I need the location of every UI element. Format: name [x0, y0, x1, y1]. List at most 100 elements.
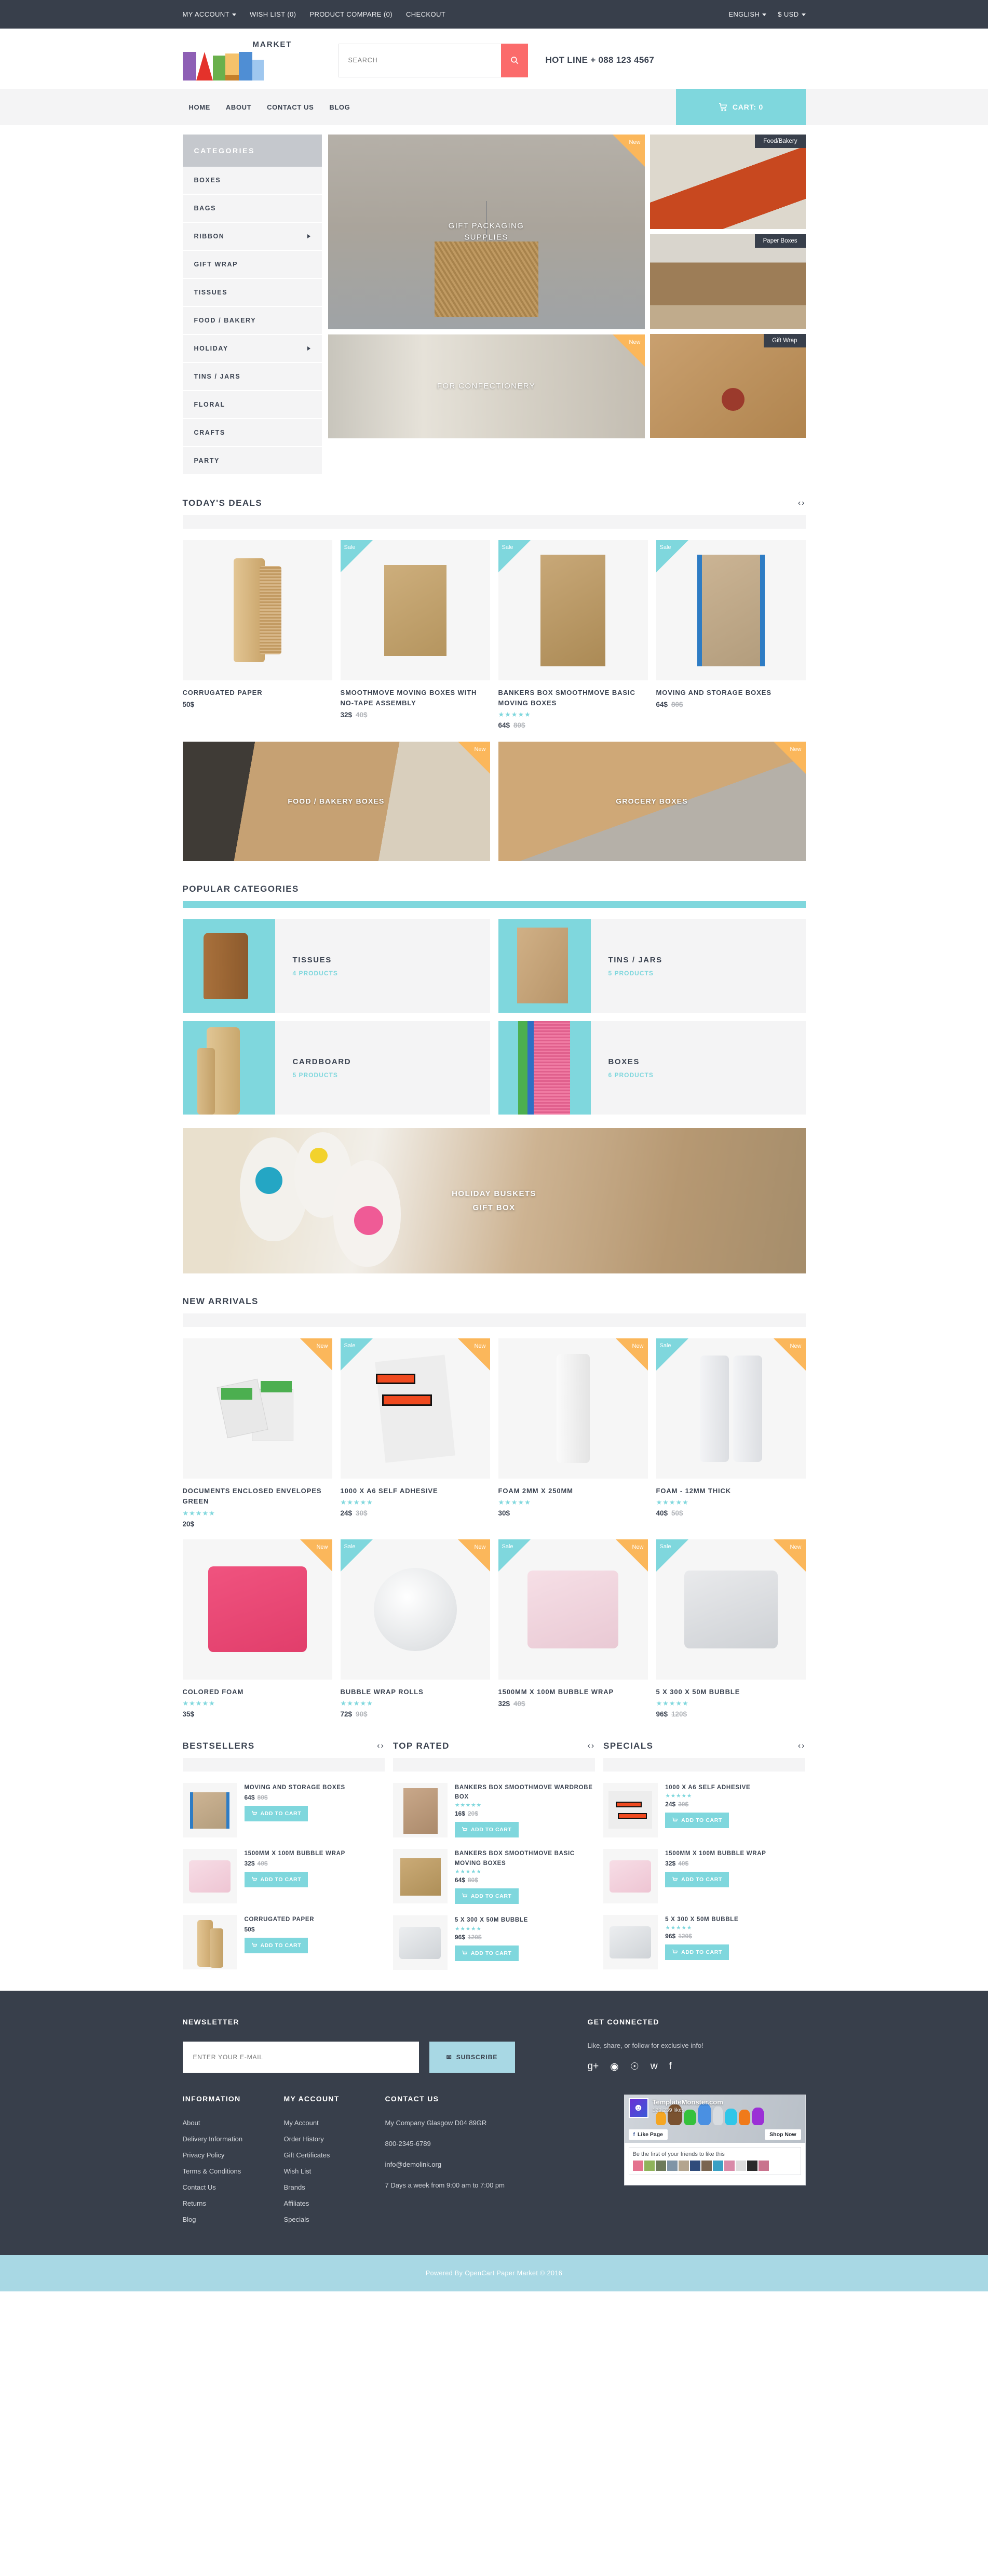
mini-product-item[interactable]: Bankers Box SmoothMove Wardrobe Box ★★★★…	[393, 1772, 595, 1838]
product-card[interactable]: Sale Bankers Box SmoothMove Basic Moving…	[498, 540, 648, 729]
mini-product-item[interactable]: 5 x 300 x 50m Bubble ★★★★★ 96$ 120$ Add t…	[603, 1903, 805, 1969]
mini-product-item[interactable]: 1500mm x 100m Bubble Wrap 32$ 40$ Add to …	[603, 1837, 805, 1903]
add-to-cart-button[interactable]: Add to Cart	[454, 1945, 519, 1961]
footer-link-privacy-policy[interactable]: Privacy Policy	[183, 2151, 225, 2159]
add-to-cart-button[interactable]: Add to Cart	[244, 1872, 308, 1888]
footer-link-order-history[interactable]: Order History	[284, 2135, 324, 2143]
sidebar-item-tissues[interactable]: Tissues	[182, 279, 322, 307]
sidebar-item-bags[interactable]: Bags	[182, 195, 322, 223]
footer-link-affiliates[interactable]: Affiliates	[284, 2199, 309, 2207]
product-card[interactable]: Corrugated Paper 50$	[182, 540, 332, 729]
mini-product-item[interactable]: Bankers Box SmoothMove Basic Moving Boxe…	[393, 1837, 595, 1904]
nav-item-contact-us[interactable]: Contact Us	[267, 103, 314, 111]
add-to-cart-button[interactable]: Add to Cart	[244, 1806, 308, 1822]
top-rated-carousel-arrows[interactable]: ‹›	[588, 1741, 595, 1751]
footer-link-gift-certificates[interactable]: Gift Certificates	[284, 2151, 330, 2159]
sidebar-item-floral[interactable]: Floral	[182, 391, 322, 419]
add-to-cart-button[interactable]: Add to Cart	[665, 1944, 729, 1961]
top-link-my-account[interactable]: My Account	[183, 10, 236, 18]
footer-link-returns[interactable]: Returns	[183, 2199, 207, 2207]
top-link-checkout[interactable]: Checkout	[406, 10, 445, 18]
sidebar-item-tins-jars[interactable]: Tins / Jars	[182, 363, 322, 391]
category-card[interactable]: Cardboard 5 Products	[182, 1021, 490, 1115]
product-card[interactable]: New Foam 2mm x 250mm ★★★★★ 30$	[498, 1338, 648, 1527]
footer-link-wish-list[interactable]: Wish List	[284, 2167, 312, 2175]
footer-link-my-account[interactable]: My Account	[284, 2119, 319, 2127]
get-connected-section: Get Connected Like, share, or follow for…	[588, 2018, 806, 2073]
hero-banner-gift-wrap[interactable]: Gift Wrap	[649, 334, 806, 438]
search-button[interactable]	[500, 43, 528, 77]
hero-banner-paper-boxes[interactable]: Paper Boxes	[649, 234, 806, 329]
top-link-product-compare[interactable]: Product Compare (0)	[309, 10, 393, 18]
specials-carousel-arrows[interactable]: ‹›	[798, 1741, 806, 1751]
facebook-shop-now-button[interactable]: Shop Now	[765, 2129, 801, 2140]
twitter-icon[interactable]: w	[651, 2061, 658, 2073]
rss-icon[interactable]: ◉	[610, 2061, 619, 2073]
currency-selector[interactable]: $ USD	[778, 10, 806, 18]
add-to-cart-button[interactable]: Add to Cart	[454, 1888, 519, 1904]
add-to-cart-label: Add to Cart	[470, 1827, 512, 1833]
banner-food-bakery-boxes[interactable]: New FOOD / BAKERY BOXES	[182, 742, 490, 862]
add-to-cart-button[interactable]: Add to Cart	[454, 1822, 519, 1838]
product-card[interactable]: Sale New 5 x 300 x 50m Bubble ★★★★★ 96$ 1…	[656, 1539, 806, 1718]
mini-product-item[interactable]: Corrugated Paper 50$ Add to Cart	[182, 1903, 385, 1969]
footer-link-delivery-information[interactable]: Delivery Information	[183, 2135, 243, 2143]
badge-new-label: New	[790, 746, 802, 753]
product-card[interactable]: Sale New Bubble Wrap Rolls ★★★★★ 72$ 90$	[340, 1539, 490, 1718]
sidebar-item-food-bakery[interactable]: Food / Bakery	[182, 307, 322, 335]
pinterest-icon[interactable]: ☉	[630, 2061, 639, 2073]
product-card[interactable]: New Documents Enclosed Envelopes Green ★…	[182, 1338, 332, 1528]
footer-link-contact-us[interactable]: Contact Us	[183, 2183, 216, 2191]
hero-banner-food-bakery[interactable]: Food/Bakery	[649, 135, 806, 229]
footer-link-blog[interactable]: Blog	[183, 2216, 196, 2223]
facebook-like-button[interactable]: f Like Page	[628, 2129, 668, 2140]
language-selector[interactable]: English	[728, 10, 767, 18]
footer-link-terms-conditions[interactable]: Terms & Conditions	[183, 2167, 241, 2175]
mini-product-item[interactable]: Moving and Storage Boxes 64$ 80$ Add to C…	[182, 1772, 385, 1837]
price-old: 90$	[356, 1710, 368, 1718]
subscribe-button[interactable]: ✉ Subscribe	[429, 2042, 515, 2073]
mini-product-item[interactable]: 5 x 300 x 50m Bubble ★★★★★ 96$ 120$ Add t…	[393, 1904, 595, 1970]
hero-banner-confectionery[interactable]: New FOR CONFECTIONERY	[328, 334, 645, 438]
newsletter-email-input[interactable]	[182, 2042, 419, 2073]
add-to-cart-button[interactable]: Add to Cart	[244, 1938, 308, 1954]
logo[interactable]: MARKET	[182, 40, 339, 81]
deals-carousel-arrows[interactable]: ‹›	[798, 499, 806, 508]
product-card[interactable]: New Colored Foam ★★★★★ 35$	[182, 1539, 332, 1718]
mini-product-item[interactable]: 1500mm x 100m Bubble Wrap 32$ 40$ Add to …	[182, 1837, 385, 1903]
facebook-page-widget[interactable]: ☻ TemplateMonster.com 129,239 likes f Lik…	[624, 2095, 806, 2186]
facebook-icon[interactable]: f	[669, 2061, 672, 2073]
search-input[interactable]	[338, 43, 501, 77]
sidebar-item-ribbon[interactable]: Ribbon	[182, 223, 322, 251]
sidebar-item-boxes[interactable]: Boxes	[182, 167, 322, 195]
product-card[interactable]: Sale Moving and Storage Boxes 64$ 80$	[656, 540, 806, 729]
category-card[interactable]: Boxes 6 Products	[498, 1021, 806, 1115]
nav-item-blog[interactable]: Blog	[329, 103, 350, 111]
footer-link-about[interactable]: About	[183, 2119, 200, 2127]
add-to-cart-button[interactable]: Add to Cart	[665, 1813, 729, 1829]
add-to-cart-button[interactable]: Add to Cart	[665, 1872, 729, 1888]
holiday-baskets-banner[interactable]: HOLIDAY BUSKETS GIFT BOX	[182, 1128, 806, 1274]
nav-item-home[interactable]: Home	[189, 103, 210, 111]
product-card[interactable]: Sale New 1000 x A6 Self Adhesive ★★★★★ 2…	[340, 1338, 490, 1527]
sidebar-item-gift-wrap[interactable]: Gift Wrap	[182, 251, 322, 279]
sidebar-item-crafts[interactable]: Crafts	[182, 419, 322, 447]
nav-item-about[interactable]: About	[226, 103, 251, 111]
top-link-wish-list[interactable]: Wish List (0)	[250, 10, 296, 18]
cart-button[interactable]: Cart: 0	[675, 89, 806, 125]
product-name: 5 x 300 x 50m Bubble	[656, 1687, 740, 1696]
banner-grocery-boxes[interactable]: New GROCERY BOXES	[498, 742, 806, 862]
hero-banner-gift-packaging[interactable]: New GIFT PACKAGING SUPPLIES	[328, 135, 645, 329]
sidebar-item-holiday[interactable]: Holiday	[182, 335, 322, 363]
category-card[interactable]: Tins / Jars 5 Products	[498, 919, 806, 1013]
product-card[interactable]: Sale New 1500mm x 100m Bubble Wrap 32$ 40…	[498, 1539, 648, 1718]
google-plus-icon[interactable]: g+	[588, 2061, 599, 2073]
mini-product-item[interactable]: 1000 x A6 Self Adhesive ★★★★★ 24$ 30$ Add…	[603, 1772, 805, 1837]
footer-link-specials[interactable]: Specials	[284, 2216, 309, 2223]
sidebar-item-party[interactable]: Party	[182, 447, 322, 475]
product-card[interactable]: Sale SmoothMove Moving Boxes with No-Tap…	[340, 540, 490, 729]
footer-link-brands[interactable]: Brands	[284, 2183, 305, 2191]
category-card[interactable]: Tissues 4 Products	[182, 919, 490, 1013]
bestsellers-carousel-arrows[interactable]: ‹›	[377, 1741, 385, 1751]
product-card[interactable]: Sale New Foam - 12mm Thick ★★★★★ 40$ 50$	[656, 1338, 806, 1527]
